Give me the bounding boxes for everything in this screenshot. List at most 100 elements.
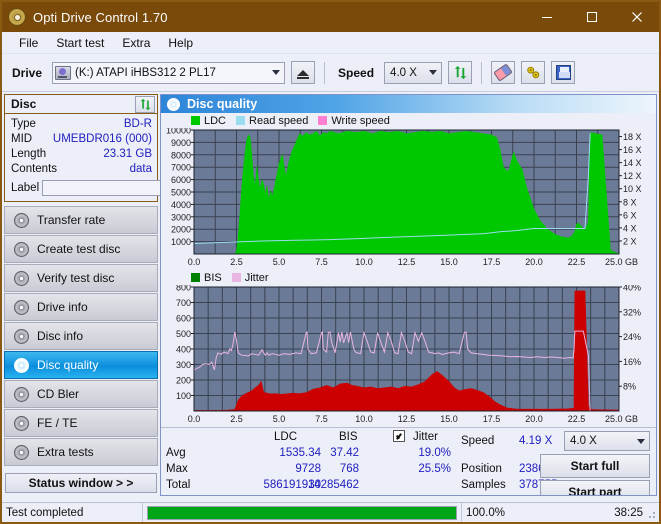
title-bar: Opti Drive Control 1.70 [2, 2, 659, 32]
tools-button[interactable] [521, 61, 546, 84]
test-speed-select[interactable]: 4.0 X [564, 431, 650, 452]
svg-text:24%: 24% [623, 332, 641, 342]
sidebar-item-drive-info[interactable]: Drive info [4, 293, 158, 321]
menu-item-extra[interactable]: Extra [113, 34, 159, 52]
sidebar-item-verify-test-disc[interactable]: Verify test disc [4, 264, 158, 292]
jitter-checkbox[interactable] [393, 430, 405, 443]
svg-text:0.0: 0.0 [188, 257, 201, 267]
sidebar-item-fe-te[interactable]: FE / TE [4, 409, 158, 437]
disc-icon [14, 241, 29, 257]
legend-label-bis: BIS [204, 271, 222, 284]
toolbar: Drive (K:) ATAPI iHBS312 2 PL17 Speed 4.… [2, 54, 659, 92]
menu-bar: File Start test Extra Help [2, 32, 659, 54]
stats-row-avg-label: Avg [166, 447, 186, 460]
close-button[interactable] [614, 2, 659, 32]
svg-text:400: 400 [176, 345, 191, 355]
disc-refresh-button[interactable] [135, 95, 155, 113]
maximize-button[interactable] [569, 2, 614, 32]
svg-text:700: 700 [176, 298, 191, 308]
disc-mid-value: UMEBDR016 (000) [52, 133, 152, 145]
progress-bar [147, 505, 457, 520]
page-title: Disc quality [187, 97, 258, 112]
svg-text:300: 300 [176, 360, 191, 370]
sidebar-item-cd-bler[interactable]: CD Bler [4, 380, 158, 408]
sidebar-item-transfer-rate[interactable]: Transfer rate [4, 206, 158, 234]
svg-text:15.0: 15.0 [440, 414, 458, 424]
save-button[interactable] [551, 61, 576, 84]
sidebar-item-label: Transfer rate [37, 213, 106, 227]
window-controls [524, 2, 659, 32]
speed-select[interactable]: 4.0 X [384, 61, 443, 84]
sidebar-item-extra-tests[interactable]: Extra tests [4, 438, 158, 466]
menu-item-help[interactable]: Help [159, 34, 202, 52]
sidebar-item-disc-quality[interactable]: Disc quality [4, 351, 158, 379]
main-panel: Disc quality LDC Read speed Write speed … [160, 94, 657, 496]
body: Disc Type BD-R MID UMEBDR016 (000) Lengt… [2, 92, 659, 496]
legend-swatch-read-speed [236, 116, 246, 126]
ldc-chart[interactable]: 10000 9000 8000 7000 6000 5000 4000 3000 2000 100… [161, 128, 655, 270]
refresh-button[interactable] [448, 61, 473, 84]
svg-text:10.0: 10.0 [355, 414, 373, 424]
progress-bar-fill [148, 506, 456, 519]
eject-button[interactable] [291, 61, 316, 84]
svg-text:500: 500 [176, 329, 191, 339]
disc-panel-header: Disc [5, 95, 157, 114]
resize-grip-icon[interactable] [646, 509, 656, 519]
menu-item-start-test[interactable]: Start test [47, 34, 113, 52]
app-icon [8, 8, 26, 26]
svg-text:4 X: 4 X [623, 224, 637, 234]
svg-text:4000: 4000 [171, 200, 191, 210]
svg-text:10.0: 10.0 [355, 257, 373, 267]
disc-row-label: Label [11, 179, 209, 197]
app-window: Opti Drive Control 1.70 File Start test … [0, 0, 661, 524]
svg-text:15.0: 15.0 [440, 257, 458, 267]
legend-swatch-jitter [231, 273, 241, 283]
refresh-icon [454, 65, 466, 80]
legend-label-ldc: LDC [204, 114, 227, 127]
sidebar-nav: Transfer rate Create test disc Verify te… [2, 206, 160, 467]
svg-text:25.0 GB: 25.0 GB [605, 257, 638, 267]
sidebar-item-label: Disc quality [37, 358, 99, 372]
disc-mid-label: MID [11, 133, 33, 145]
bis-chart-legend: BIS Jitter [161, 270, 656, 285]
stats-header-bis: BIS [339, 431, 358, 444]
stats-header-ldc: LDC [274, 431, 298, 444]
disc-icon [14, 299, 29, 315]
svg-text:8 X: 8 X [623, 198, 637, 208]
stats-samples-label: Samples [461, 479, 506, 492]
status-window-button[interactable]: Status window > > [5, 473, 157, 493]
svg-text:22.5: 22.5 [568, 257, 586, 267]
start-full-button[interactable]: Start full [540, 454, 650, 479]
disc-icon [14, 328, 29, 344]
speed-select-value: 4.0 X [390, 66, 417, 79]
svg-text:100: 100 [176, 391, 191, 401]
disc-contents-value: data [129, 163, 152, 175]
disc-icon [14, 357, 29, 373]
drive-icon [55, 65, 72, 80]
svg-text:18 X: 18 X [623, 132, 642, 142]
sidebar-item-disc-info[interactable]: Disc info [4, 322, 158, 350]
start-part-button[interactable]: Start part [540, 480, 650, 495]
sidebar-item-label: FE / TE [37, 416, 78, 430]
stats-position-label: Position [461, 463, 502, 476]
menu-item-file[interactable]: File [10, 34, 47, 52]
minimize-button[interactable] [524, 2, 569, 32]
disc-icon [14, 415, 29, 431]
erase-button[interactable] [491, 61, 516, 84]
drive-select-value: (K:) ATAPI iHBS312 2 PL17 [75, 66, 216, 79]
sidebar-item-create-test-disc[interactable]: Create test disc [4, 235, 158, 263]
svg-text:6000: 6000 [171, 175, 191, 185]
svg-text:12 X: 12 X [623, 171, 642, 181]
bis-jitter-chart[interactable]: 800 700 600 500 400 300 200 100 40% 32% 24% 16% 8% 0.… [161, 285, 655, 427]
svg-text:1000: 1000 [171, 237, 191, 247]
disc-row-type: Type BD-R [11, 117, 152, 132]
svg-text:7000: 7000 [171, 163, 191, 173]
svg-text:20.0: 20.0 [525, 414, 543, 424]
sidebar-item-label: Create test disc [37, 242, 121, 256]
drive-select[interactable]: (K:) ATAPI iHBS312 2 PL17 [52, 61, 286, 84]
svg-text:2000: 2000 [171, 225, 191, 235]
svg-text:12.5: 12.5 [398, 414, 416, 424]
sidebar-item-label: Verify test disc [37, 271, 115, 285]
disc-type-label: Type [11, 118, 36, 130]
disc-panel-title: Disc [11, 97, 37, 111]
